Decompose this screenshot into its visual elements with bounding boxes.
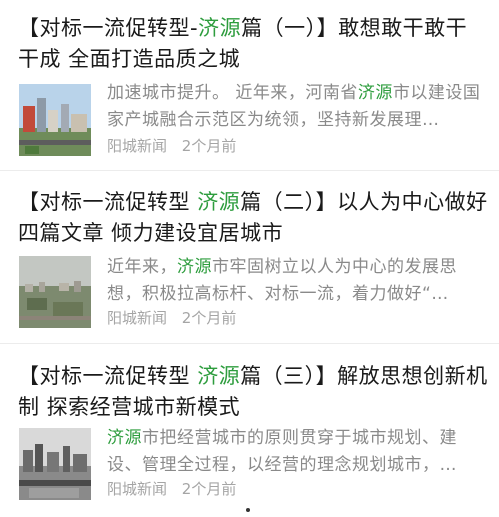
article-snippet: 加速城市提升。 近年来，河南省济源市以建设国家产城融合示范区为统领，坚持新发展理… [107,83,481,130]
divider [0,343,499,344]
article-source: 阳城新闻 [107,480,168,498]
article-source: 阳城新闻 [107,309,168,327]
divider [0,170,499,171]
article-time: 2个月前 [181,137,237,155]
article-title[interactable]: 【对标一流促转型 济源篇（三）】解放思想创新机制 探索经营城市新模式 [18,361,488,423]
article-source: 阳城新闻 [107,137,168,155]
title-text: 【对标一流促转型 [18,190,198,214]
page-indicator-dot [246,508,250,512]
title-keyword: 济源 [198,16,242,40]
article-thumbnail[interactable] [19,84,91,156]
article-thumbnail[interactable] [19,256,91,328]
article-snippet: 济源市把经营城市的原则贯穿于城市规划、建设、管理全过程，以经营的理念规划城市，… [107,428,457,475]
title-keyword: 济源 [197,364,241,388]
article-meta: 阳城新闻 2个月前 [107,478,246,499]
title-text: 【对标一流促转型- [18,16,199,40]
article-thumbnail[interactable] [19,428,91,500]
article-meta: 阳城新闻 2个月前 [107,307,246,328]
article-snippet: 近年来，济源市牢固树立以人为中心的发展思想，积极拉高标杆、对标一流，着力做好“… [107,257,457,304]
title-text: 【对标一流促转型 [18,364,198,388]
title-keyword: 济源 [197,190,241,214]
article-meta: 阳城新闻 2个月前 [107,135,246,156]
article-title[interactable]: 【对标一流促转型-济源篇（一）】敢想敢干敢干干成 全面打造品质之城 [18,13,488,75]
article-title[interactable]: 【对标一流促转型 济源篇（二）】以人为中心做好四篇文章 倾力建设宜居城市 [18,187,488,249]
article-time: 2个月前 [181,309,237,327]
article-time: 2个月前 [181,480,237,498]
